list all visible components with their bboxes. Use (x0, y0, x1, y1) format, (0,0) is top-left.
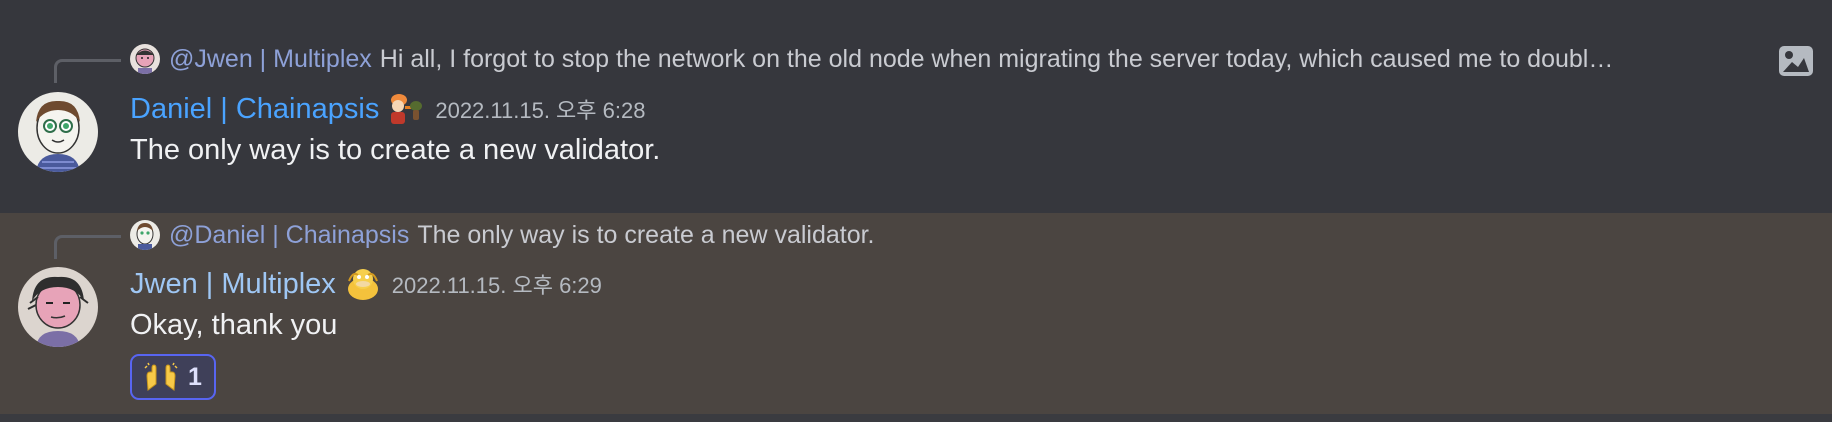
reply-connector (54, 235, 121, 259)
reaction-count: 1 (188, 362, 202, 391)
message-content: The only way is to create a new validato… (130, 134, 661, 166)
message-divider (0, 414, 1832, 422)
reply-mention[interactable]: @Daniel | Chainapsis (169, 218, 409, 252)
reply-connector (54, 59, 121, 83)
message-content: Okay, thank you (130, 309, 338, 341)
username[interactable]: Jwen | Multiplex (130, 268, 336, 301)
reply-preview[interactable]: @Daniel | Chainapsis The only way is to … (130, 218, 875, 252)
message-header: Jwen | Multiplex 2022.11.15. 오후 6:29 (130, 265, 602, 303)
reaction-button[interactable]: 1 (130, 354, 216, 400)
avatar-jwen[interactable] (18, 267, 98, 347)
character-badge-icon (387, 92, 425, 126)
reply-text[interactable]: Hi all, I forgot to stop the network on … (380, 42, 1625, 76)
raising-hands-icon (144, 362, 178, 392)
message-header: Daniel | Chainapsis 2022.11.15. 오후 6:28 (130, 90, 645, 128)
reply-preview[interactable]: @Jwen | Multiplex Hi all, I forgot to st… (130, 42, 1625, 76)
timestamp[interactable]: 2022.11.15. 오후 6:29 (392, 268, 602, 300)
reply-text[interactable]: The only way is to create a new validato… (417, 218, 874, 252)
username[interactable]: Daniel | Chainapsis (130, 93, 379, 126)
avatar-jwen-icon (130, 44, 160, 74)
reply-mention[interactable]: @Jwen | Multiplex (169, 42, 372, 76)
image-icon (1778, 43, 1814, 79)
message-jwen[interactable]: @Daniel | Chainapsis The only way is to … (0, 213, 1832, 414)
timestamp[interactable]: 2022.11.15. 오후 6:28 (435, 93, 645, 125)
avatar-daniel-icon (130, 220, 160, 250)
message-daniel[interactable]: @Jwen | Multiplex Hi all, I forgot to st… (0, 0, 1832, 213)
chat-log: @Jwen | Multiplex Hi all, I forgot to st… (0, 0, 1832, 422)
psyduck-badge-icon (344, 267, 382, 301)
avatar-daniel[interactable] (18, 92, 98, 172)
